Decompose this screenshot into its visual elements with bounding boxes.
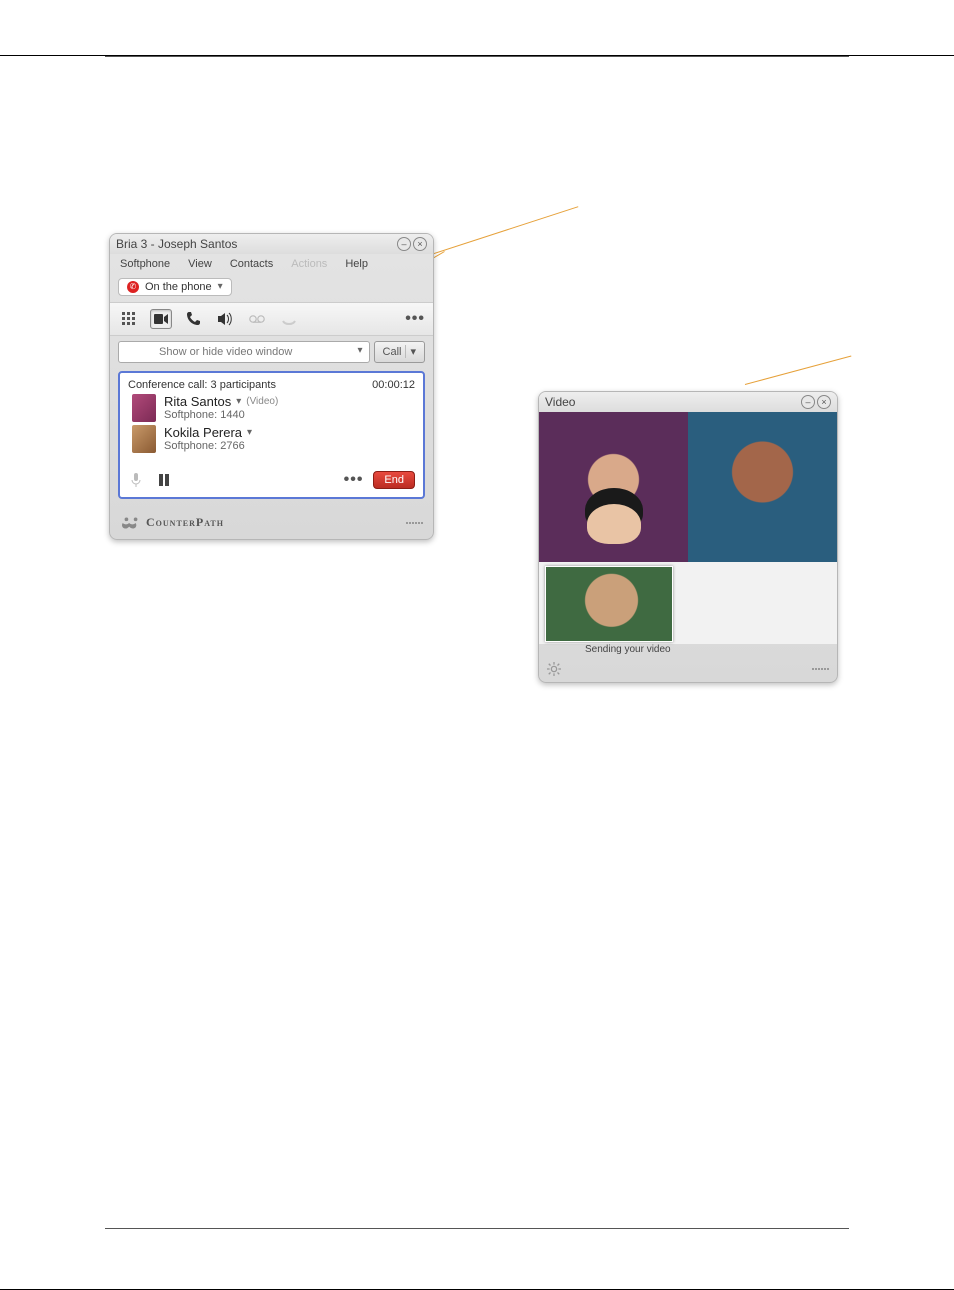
call-timer: 00:00:12 xyxy=(372,379,415,391)
window-titlebar: Bria 3 - Joseph Santos – × xyxy=(110,234,433,254)
video-toggle-icon[interactable] xyxy=(150,309,172,329)
more-options-icon[interactable]: ••• xyxy=(405,310,425,328)
participant-extension: Softphone: 2766 xyxy=(164,440,252,452)
call-more-icon[interactable]: ••• xyxy=(344,471,364,489)
participant-avatar xyxy=(132,425,156,453)
remote-video-tile xyxy=(688,412,837,562)
call-button[interactable]: Call ▾ xyxy=(374,341,425,363)
window-footer: CounterPath xyxy=(110,509,433,539)
end-call-button[interactable]: End xyxy=(373,471,415,489)
brand-logo: CounterPath xyxy=(120,515,224,531)
call-icon[interactable] xyxy=(182,309,204,329)
presence-selector[interactable]: ✆ On the phone ▾ xyxy=(118,278,232,296)
phone-status-icon: ✆ xyxy=(127,281,139,293)
participant-row: Rita Santos ▾ (Video) Softphone: 1440 xyxy=(132,394,415,422)
minimize-button[interactable]: – xyxy=(801,395,815,409)
presence-label: On the phone xyxy=(145,281,212,293)
window-title: Bria 3 - Joseph Santos xyxy=(116,237,237,251)
menu-actions: Actions xyxy=(291,258,327,270)
remote-video-tile xyxy=(539,412,688,562)
dial-input-placeholder: Show or hide video window xyxy=(159,346,292,358)
minimize-button[interactable]: – xyxy=(397,237,411,251)
close-button[interactable]: × xyxy=(413,237,427,251)
toolbar: ••• xyxy=(110,302,433,336)
participant-name: Rita Santos xyxy=(164,394,231,409)
mute-icon[interactable] xyxy=(128,472,144,488)
video-window-title: Video xyxy=(545,395,575,409)
chevron-down-icon[interactable]: ▾ xyxy=(357,345,362,356)
participant-row: Kokila Perera ▾ Softphone: 2766 xyxy=(132,425,415,453)
dialpad-icon[interactable] xyxy=(118,309,140,329)
dial-input[interactable]: Show or hide video window ▾ xyxy=(118,341,370,363)
participant-extension: Softphone: 1440 xyxy=(164,409,278,421)
menubar: Softphone View Contacts Actions Help xyxy=(110,254,433,273)
menu-contacts[interactable]: Contacts xyxy=(230,258,273,270)
video-window: Video – × Sending your video xyxy=(538,391,838,683)
redial-icon[interactable] xyxy=(278,309,300,329)
conference-panel: Conference call: 3 participants 00:00:12… xyxy=(118,371,425,499)
voicemail-icon[interactable] xyxy=(246,309,268,329)
chevron-down-icon[interactable]: ▾ xyxy=(405,345,416,358)
menu-help[interactable]: Help xyxy=(345,258,368,270)
bria-window: Bria 3 - Joseph Santos – × Softphone Vie… xyxy=(109,233,434,540)
video-indicator: (Video) xyxy=(246,396,278,407)
close-button[interactable]: × xyxy=(817,395,831,409)
gear-icon[interactable] xyxy=(547,662,561,676)
participant-avatar xyxy=(132,394,156,422)
chevron-down-icon[interactable]: ▾ xyxy=(247,427,252,438)
speaker-icon[interactable] xyxy=(214,309,236,329)
menu-softphone[interactable]: Softphone xyxy=(120,258,170,270)
self-video-preview xyxy=(545,566,673,642)
video-titlebar: Video – × xyxy=(539,392,837,412)
remote-video-area xyxy=(539,412,837,562)
hold-icon[interactable] xyxy=(156,472,172,488)
sending-video-label: Sending your video xyxy=(539,644,837,659)
chevron-down-icon: ▾ xyxy=(218,281,223,292)
chevron-down-icon[interactable]: ▾ xyxy=(236,396,241,407)
menu-view[interactable]: View xyxy=(188,258,212,270)
resize-grip-icon[interactable] xyxy=(406,522,423,524)
participant-name: Kokila Perera xyxy=(164,425,242,440)
resize-grip-icon[interactable] xyxy=(812,668,829,670)
conference-header: Conference call: 3 participants xyxy=(128,379,276,391)
